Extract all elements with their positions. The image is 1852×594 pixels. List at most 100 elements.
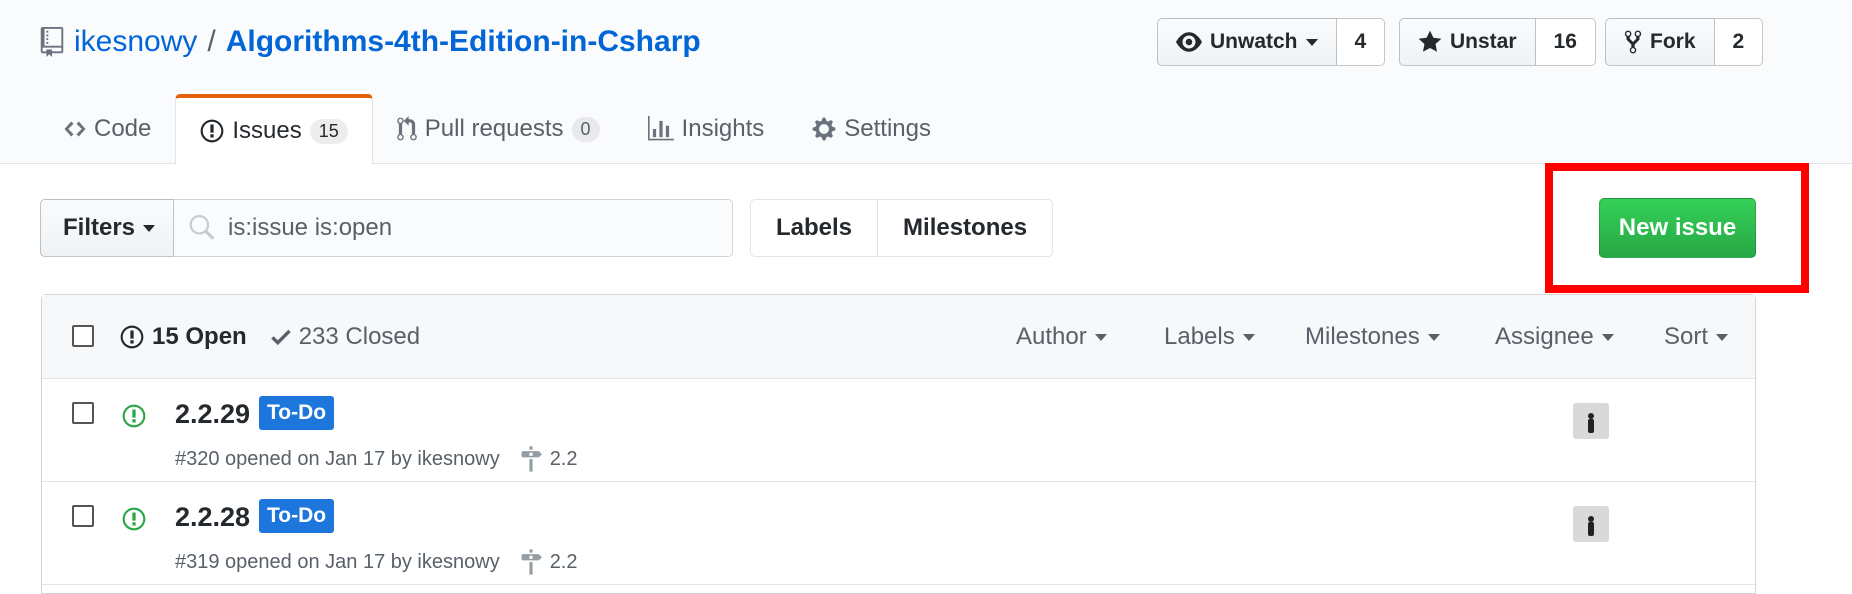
tab-issues-label: Issues — [232, 117, 302, 144]
author-filter-label: Author — [1016, 323, 1087, 350]
chevron-down-icon — [1427, 333, 1440, 341]
chevron-down-icon — [1305, 38, 1318, 46]
repo-nav: Code Issues 15 Pull requests 0 Insights — [40, 94, 955, 165]
fork-action: Fork 2 — [1605, 18, 1764, 66]
repo-title: ikesnowy / Algorithms-4th-Edition-in-Csh… — [40, 18, 701, 66]
tab-code[interactable]: Code — [40, 94, 175, 164]
gear-icon — [812, 117, 836, 141]
tab-code-label: Code — [94, 115, 152, 142]
issue-title-link[interactable]: 2.2.29 — [175, 399, 250, 430]
tab-pull-requests-label: Pull requests — [424, 115, 564, 142]
issue-meta: #319 opened on Jan 17 by ikesnowy 2.2 — [175, 548, 578, 576]
avatar[interactable] — [1573, 403, 1609, 439]
milestones-button[interactable]: Milestones — [878, 199, 1054, 257]
repo-name-link[interactable]: Algorithms-4th-Edition-in-Csharp — [226, 25, 701, 59]
issues-list: 15 Open 233 Closed Author Labels Milesto… — [41, 294, 1756, 594]
chevron-down-icon — [1716, 333, 1729, 341]
star-action: Unstar 16 — [1399, 18, 1596, 66]
issue-states: 15 Open 233 Closed — [120, 323, 420, 351]
code-icon — [64, 121, 86, 137]
tab-settings[interactable]: Settings — [788, 94, 955, 164]
labels-milestones-group: Labels Milestones — [750, 199, 1054, 257]
check-icon — [270, 329, 291, 346]
tab-insights-label: Insights — [681, 115, 765, 142]
chevron-down-icon — [1094, 333, 1107, 341]
person-silhouette-icon — [1573, 506, 1609, 542]
chevron-down-icon — [1242, 333, 1255, 341]
watchers-count[interactable]: 4 — [1336, 18, 1386, 66]
tab-pull-requests[interactable]: Pull requests 0 — [373, 94, 624, 164]
sort-filter-label: Sort — [1664, 323, 1709, 350]
assignee-filter[interactable]: Assignee — [1495, 323, 1614, 351]
issue-label[interactable]: To-Do — [259, 499, 335, 533]
closed-issues-filter[interactable]: 233 Closed — [270, 323, 421, 351]
issue-milestone-link[interactable]: 2.2 — [520, 445, 578, 473]
repo-path-separator: / — [207, 25, 216, 58]
unstar-button[interactable]: Unstar — [1399, 18, 1536, 66]
select-all-checkbox[interactable] — [72, 325, 94, 347]
unwatch-label: Unwatch — [1210, 30, 1298, 53]
repo-owner-link[interactable]: ikesnowy — [74, 25, 197, 59]
issue-opened-by: #320 opened on Jan 17 by ikesnowy — [175, 447, 500, 470]
star-icon — [1418, 30, 1442, 52]
labels-button[interactable]: Labels — [750, 199, 879, 257]
open-count-label: 15 Open — [152, 323, 247, 350]
issue-opened-icon — [120, 325, 144, 349]
milestones-filter[interactable]: Milestones — [1305, 323, 1440, 351]
issues-counter: 15 — [309, 118, 348, 144]
fork-label: Fork — [1650, 30, 1696, 53]
list-item: 2.2.28 To-Do #319 opened on Jan 17 by ik… — [42, 482, 1755, 585]
issue-title-link[interactable]: 2.2.28 — [175, 502, 250, 533]
issue-milestone-label: 2.2 — [549, 550, 578, 573]
tab-issues[interactable]: Issues 15 — [175, 94, 373, 165]
issue-label[interactable]: To-Do — [259, 396, 335, 430]
chevron-down-icon — [143, 224, 156, 232]
milestone-icon — [521, 446, 542, 472]
fork-button[interactable]: Fork — [1605, 18, 1715, 66]
stargazers-count[interactable]: 16 — [1535, 18, 1596, 66]
assignee-filter-label: Assignee — [1495, 323, 1594, 350]
tab-insights[interactable]: Insights — [624, 94, 789, 164]
issue-opened-icon — [201, 119, 224, 143]
issue-checkbox[interactable] — [72, 505, 94, 527]
author-filter[interactable]: Author — [1016, 323, 1107, 351]
repo-icon — [40, 27, 64, 57]
tab-settings-label: Settings — [844, 115, 931, 142]
person-silhouette-icon — [1573, 403, 1609, 439]
avatar[interactable] — [1573, 506, 1609, 542]
issue-search — [174, 199, 733, 257]
issue-opened-by: #319 opened on Jan 17 by ikesnowy — [175, 550, 500, 573]
fork-icon — [1624, 30, 1642, 54]
milestone-icon — [521, 549, 542, 575]
open-issues-filter[interactable]: 15 Open — [120, 323, 247, 351]
issue-meta: #320 opened on Jan 17 by ikesnowy 2.2 — [175, 445, 578, 473]
list-item: 2.2.29 To-Do #320 opened on Jan 17 by ik… — [42, 379, 1755, 482]
labels-filter[interactable]: Labels — [1164, 323, 1255, 351]
issue-checkbox[interactable] — [72, 402, 94, 424]
issues-subnav: Filters — [40, 199, 733, 257]
filters-button[interactable]: Filters — [40, 199, 174, 257]
issue-opened-icon — [122, 404, 146, 428]
unstar-label: Unstar — [1450, 30, 1517, 53]
chevron-down-icon — [1601, 333, 1614, 341]
search-icon — [189, 215, 214, 240]
repo-header: ikesnowy / Algorithms-4th-Edition-in-Csh… — [0, 0, 1852, 165]
watch-action: Unwatch 4 — [1157, 18, 1386, 66]
issue-opened-icon — [122, 507, 146, 531]
eye-icon — [1176, 32, 1202, 52]
git-pull-request-icon — [397, 116, 417, 141]
closed-count-label: 233 Closed — [298, 323, 421, 350]
filters-label: Filters — [63, 214, 136, 241]
unwatch-button[interactable]: Unwatch — [1157, 18, 1337, 66]
sort-filter[interactable]: Sort — [1664, 323, 1729, 351]
graph-icon — [647, 116, 674, 141]
new-issue-button[interactable]: New issue — [1599, 198, 1756, 258]
issue-milestone-link[interactable]: 2.2 — [520, 548, 578, 576]
pulls-counter: 0 — [571, 116, 600, 142]
milestones-filter-label: Milestones — [1305, 323, 1420, 350]
labels-filter-label: Labels — [1164, 323, 1235, 350]
forks-count[interactable]: 2 — [1714, 18, 1764, 66]
search-input[interactable] — [226, 213, 706, 243]
issues-list-header: 15 Open 233 Closed Author Labels Milesto… — [42, 295, 1755, 379]
issue-milestone-label: 2.2 — [549, 447, 578, 470]
